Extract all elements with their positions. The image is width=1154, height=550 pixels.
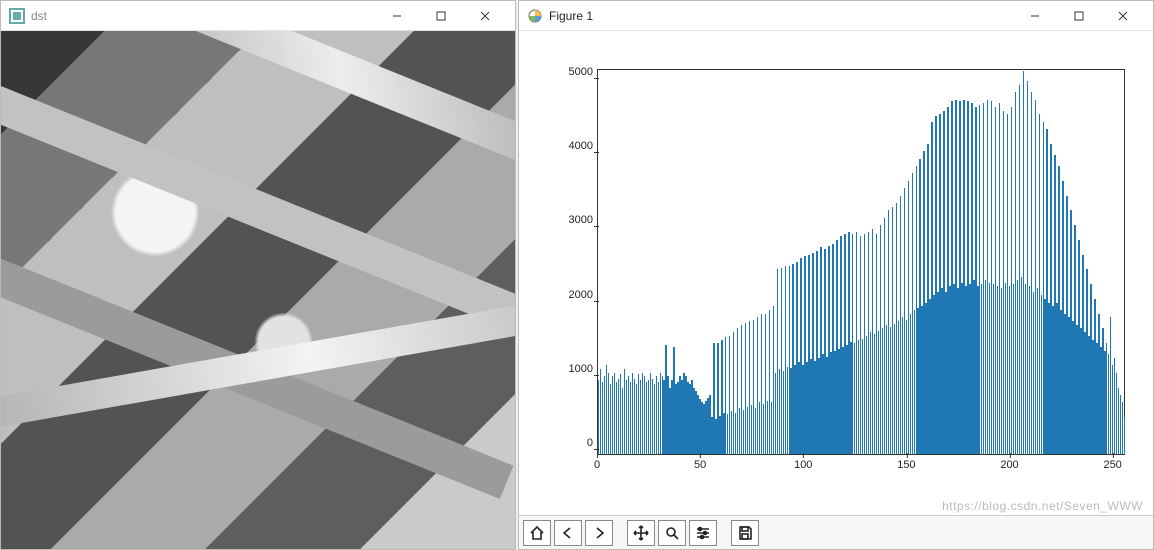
zoom-button[interactable]: [658, 520, 686, 546]
x-tick: 100: [794, 459, 812, 471]
back-button[interactable]: [554, 520, 582, 546]
image-window: dst: [0, 0, 516, 550]
y-tick: 0: [587, 449, 593, 461]
image-content: [1, 31, 515, 549]
close-button[interactable]: [463, 2, 507, 30]
pan-button[interactable]: [627, 520, 655, 546]
image-window-title: dst: [31, 9, 47, 23]
maximize-button[interactable]: [419, 2, 463, 30]
x-tick: 0: [594, 459, 600, 471]
x-tick: 150: [897, 459, 915, 471]
x-tick: 50: [694, 459, 706, 471]
histogram-axes: [597, 69, 1125, 455]
y-tick: 5000: [569, 78, 593, 90]
x-tick: 200: [1000, 459, 1018, 471]
minimize-button[interactable]: [1013, 2, 1057, 30]
figure-window-titlebar[interactable]: Figure 1: [519, 1, 1153, 31]
aerial-image: [1, 31, 515, 549]
histogram-bar: [1124, 417, 1125, 454]
figure-content: 010002000300040005000 050100150200250 ht…: [519, 31, 1153, 549]
forward-button[interactable]: [585, 520, 613, 546]
save-button[interactable]: [731, 520, 759, 546]
configure-button[interactable]: [689, 520, 717, 546]
figure-window: Figure 1 0 1000 2000 3000 4000 5000 0 50 100 150…: [518, 0, 1154, 550]
maximize-button[interactable]: [1057, 2, 1101, 30]
image-window-titlebar[interactable]: dst: [1, 1, 515, 31]
close-button[interactable]: [1101, 2, 1145, 30]
y-tick: 2000: [569, 301, 593, 313]
minimize-button[interactable]: [375, 2, 419, 30]
figure-window-title: Figure 1: [549, 9, 593, 23]
opencv-window-icon: [9, 8, 25, 24]
y-tick: 3000: [569, 226, 593, 238]
y-tick: 4000: [569, 152, 593, 164]
plot-area[interactable]: 0 1000 2000 3000 4000 5000 0 50 100 150 200 250: [519, 31, 1153, 515]
y-tick: 1000: [569, 375, 593, 387]
x-tick: 250: [1103, 459, 1121, 471]
matplotlib-figure-icon: [527, 8, 543, 24]
mpl-toolbar: [519, 515, 1153, 549]
home-button[interactable]: [523, 520, 551, 546]
